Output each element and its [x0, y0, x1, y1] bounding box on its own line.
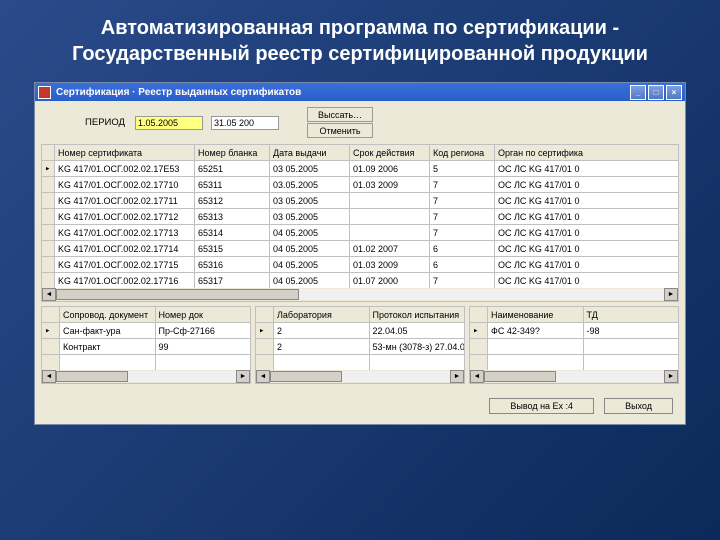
right-subgrid[interactable]: НаименованиеТД ▸ФС 42-349?-98 — [469, 306, 679, 371]
scroll-left-icon[interactable]: ◄ — [42, 288, 56, 301]
table-row: ▸222.04.05 — [256, 323, 465, 339]
app-icon — [38, 86, 51, 99]
show-button[interactable]: Выссать… — [307, 107, 373, 122]
table-row[interactable]: KG 417/01.ОСГ.002.02.177126531303 05.200… — [42, 209, 679, 225]
grid-header: Номер сертификата Номер бланка Дата выда… — [42, 145, 679, 161]
scroll-thumb[interactable] — [56, 289, 299, 300]
close-button[interactable]: × — [666, 85, 682, 100]
col-srok: Срок действия — [350, 145, 430, 161]
table-row[interactable]: KG 417/01.ОСГ.002.02.177166531704 05.200… — [42, 273, 679, 289]
table-row[interactable]: KG 417/01.ОСГ.002.02.177136531404 05.200… — [42, 225, 679, 241]
h-scrollbar[interactable]: ◄ ► — [41, 288, 679, 302]
table-row[interactable]: KG 417/01.ОСГ.002.02.177116531203 05.200… — [42, 193, 679, 209]
table-row[interactable]: KG 417/01.ОСГ.002.02.177156531604 05.200… — [42, 257, 679, 273]
slide-title: Автоматизированная программа по сертифик… — [20, 15, 700, 67]
minimize-button[interactable]: _ — [630, 85, 646, 100]
maximize-button[interactable]: □ — [648, 85, 664, 100]
exit-button[interactable]: Выход — [604, 398, 673, 414]
table-row: 253-мн (3078-з) 27.04.05 — [256, 339, 465, 355]
col-org: Орган по сертифика — [495, 145, 679, 161]
table-row: Контракт99 — [42, 339, 251, 355]
table-row: ▸Сан-факт-ураПр-Сф-27166 — [42, 323, 251, 339]
table-row[interactable]: KG 417/01.ОСГ.002.02.177146531504 05.200… — [42, 241, 679, 257]
col-reg: Код региона — [430, 145, 495, 161]
col-blank: Номер бланка — [195, 145, 270, 161]
export-button[interactable]: Вывод на Еx :4 — [489, 398, 594, 414]
mid-subgrid[interactable]: ЛабораторияПротокол испытания ▸222.04.05… — [255, 306, 465, 371]
date-from-input[interactable] — [135, 116, 203, 130]
left-subgrid[interactable]: Сопровод. документНомер док ▸Сан-факт-ур… — [41, 306, 251, 371]
table-row[interactable]: KG 417/01.ОСГ.002.02.177106531103.05.200… — [42, 177, 679, 193]
col-cert: Номер сертификата — [55, 145, 195, 161]
date-to-input[interactable] — [211, 116, 279, 130]
main-grid[interactable]: Номер сертификата Номер бланка Дата выда… — [41, 144, 679, 289]
table-row: ▸ФС 42-349?-98 — [470, 323, 679, 339]
col-date: Дата выдачи — [270, 145, 350, 161]
scroll-right-icon[interactable]: ► — [664, 288, 678, 301]
titlebar[interactable]: Сертификация · Реестр выданных сертифика… — [35, 83, 685, 101]
window-title: Сертификация · Реестр выданных сертифика… — [56, 87, 301, 98]
period-label: ПЕРИОД — [45, 117, 125, 128]
cancel-button[interactable]: Отменить — [307, 123, 373, 138]
app-window: Сертификация · Реестр выданных сертифика… — [34, 82, 686, 425]
table-row[interactable]: ▸KG 417/01.ОСГ.002.02.17E536525103 05.20… — [42, 161, 679, 177]
period-panel: ПЕРИОД Выссать… Отменить — [35, 101, 685, 144]
